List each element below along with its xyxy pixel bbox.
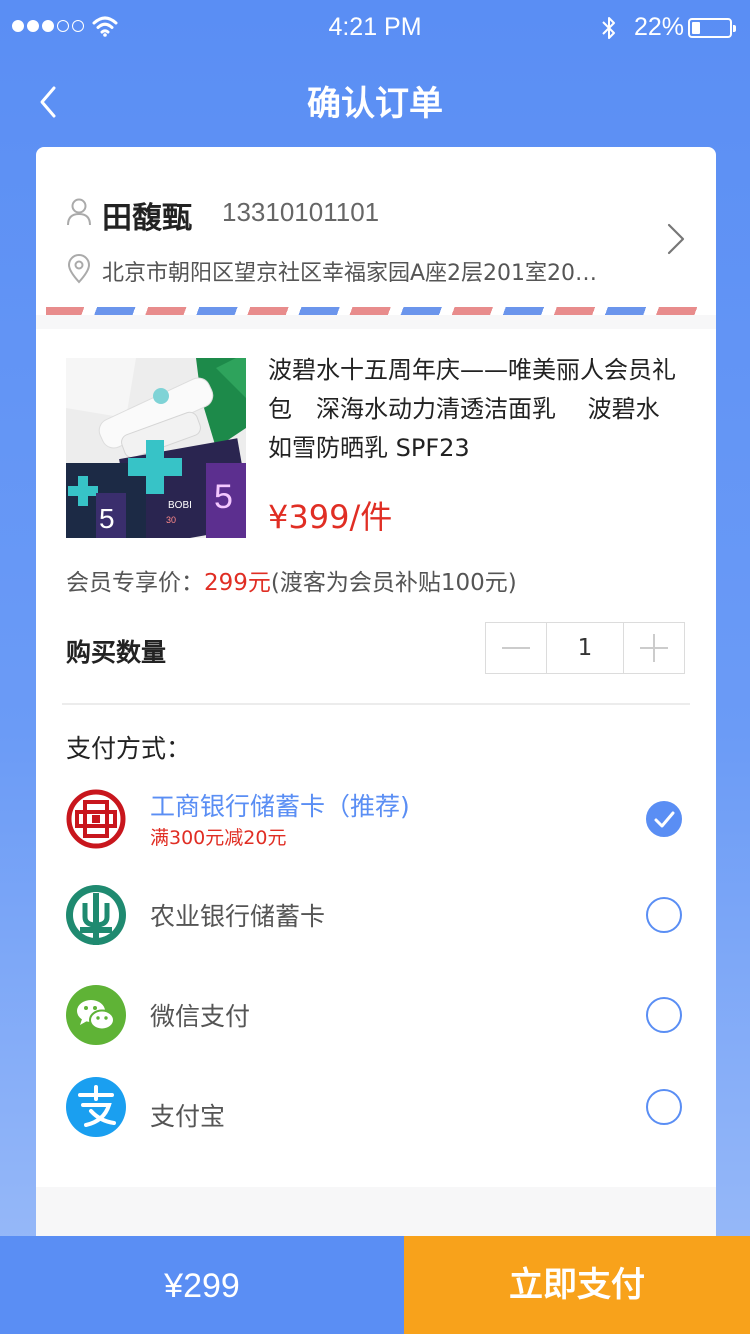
radio-unselected[interactable] — [646, 897, 682, 933]
svg-text:5: 5 — [99, 503, 115, 534]
section-divider — [36, 315, 716, 329]
product-name: 波碧水十五周年庆——唯美丽人会员礼包 深海水动力清透洁面乳 波碧水如雪防晒乳 S… — [268, 356, 676, 462]
payment-option-abc[interactable]: 农业银行储蓄卡 — [36, 875, 716, 955]
payment-method-label: 支付方式： — [66, 734, 192, 763]
member-subsidy-note: (渡客为会员补贴100元) — [270, 570, 517, 596]
address-detail: 北京市朝阳区望京社区幸福家园A座2层201室20… — [102, 261, 598, 286]
payment-option-name: 支付宝 — [150, 1102, 226, 1131]
svg-text:5: 5 — [214, 478, 233, 516]
payment-option-name: 工商银行储蓄卡（推荐) — [150, 792, 410, 821]
airmail-border — [46, 307, 706, 315]
quantity-stepper: 1 — [485, 622, 685, 674]
payment-option-name: 农业银行储蓄卡 — [150, 902, 326, 931]
svg-text:BOBI: BOBI — [168, 500, 192, 511]
decrement-button[interactable] — [486, 623, 546, 673]
order-card: 田馥甄 13310101101 北京市朝阳区望京社区幸福家园A座2层201室20… — [36, 147, 716, 1247]
payment-option-icbc[interactable]: 工商银行储蓄卡（推荐) 满300元减20元 — [36, 779, 716, 859]
pay-now-button[interactable]: 立即支付 — [404, 1236, 750, 1334]
location-pin-icon — [67, 254, 91, 284]
nav-bar: 确认订单 — [0, 56, 750, 144]
check-icon — [654, 811, 675, 828]
member-price-row: 会员专享价：299元(渡客为会员补贴100元) — [66, 563, 517, 597]
member-price-label: 会员专享价： — [66, 570, 204, 596]
recipient-phone: 13310101101 — [222, 197, 380, 227]
member-price: 299元 — [204, 570, 271, 596]
payment-option-alipay[interactable]: 支付宝 — [36, 1067, 716, 1147]
radio-unselected[interactable] — [646, 1089, 682, 1125]
alipay-logo-icon — [66, 1077, 126, 1137]
address-section[interactable]: 田馥甄 13310101101 北京市朝阳区望京社区幸福家园A座2层201室20… — [36, 157, 716, 327]
wechat-logo-icon — [66, 985, 126, 1045]
total-price: ¥299 — [0, 1236, 404, 1334]
bluetooth-icon — [602, 17, 615, 39]
bottom-bar: ¥299 立即支付 — [0, 1236, 750, 1334]
product-image: 5 5 BOBI 30 — [66, 358, 246, 538]
payment-option-name: 微信支付 — [150, 1002, 251, 1031]
quantity-label: 购买数量 — [66, 638, 167, 667]
radio-selected[interactable] — [646, 801, 682, 837]
battery-percent: 22% — [634, 13, 685, 41]
svg-text:30: 30 — [166, 515, 176, 525]
radio-unselected[interactable] — [646, 997, 682, 1033]
page-title: 确认订单 — [307, 84, 443, 124]
payment-promo: 满300元减20元 — [150, 827, 287, 849]
person-icon — [67, 198, 91, 226]
battery-icon — [688, 18, 736, 38]
product-price: ¥399/件 — [268, 498, 393, 536]
increment-button[interactable] — [624, 623, 684, 673]
abc-bank-logo-icon — [66, 885, 126, 945]
status-bar: 4:21 PM 22% — [0, 0, 750, 56]
chevron-right-icon — [667, 223, 685, 255]
quantity-value[interactable]: 1 — [546, 623, 624, 673]
divider — [62, 703, 690, 705]
recipient-name: 田馥甄 — [102, 201, 192, 236]
icbc-logo-icon — [66, 789, 126, 849]
payment-option-wechat[interactable]: 微信支付 — [36, 975, 716, 1055]
